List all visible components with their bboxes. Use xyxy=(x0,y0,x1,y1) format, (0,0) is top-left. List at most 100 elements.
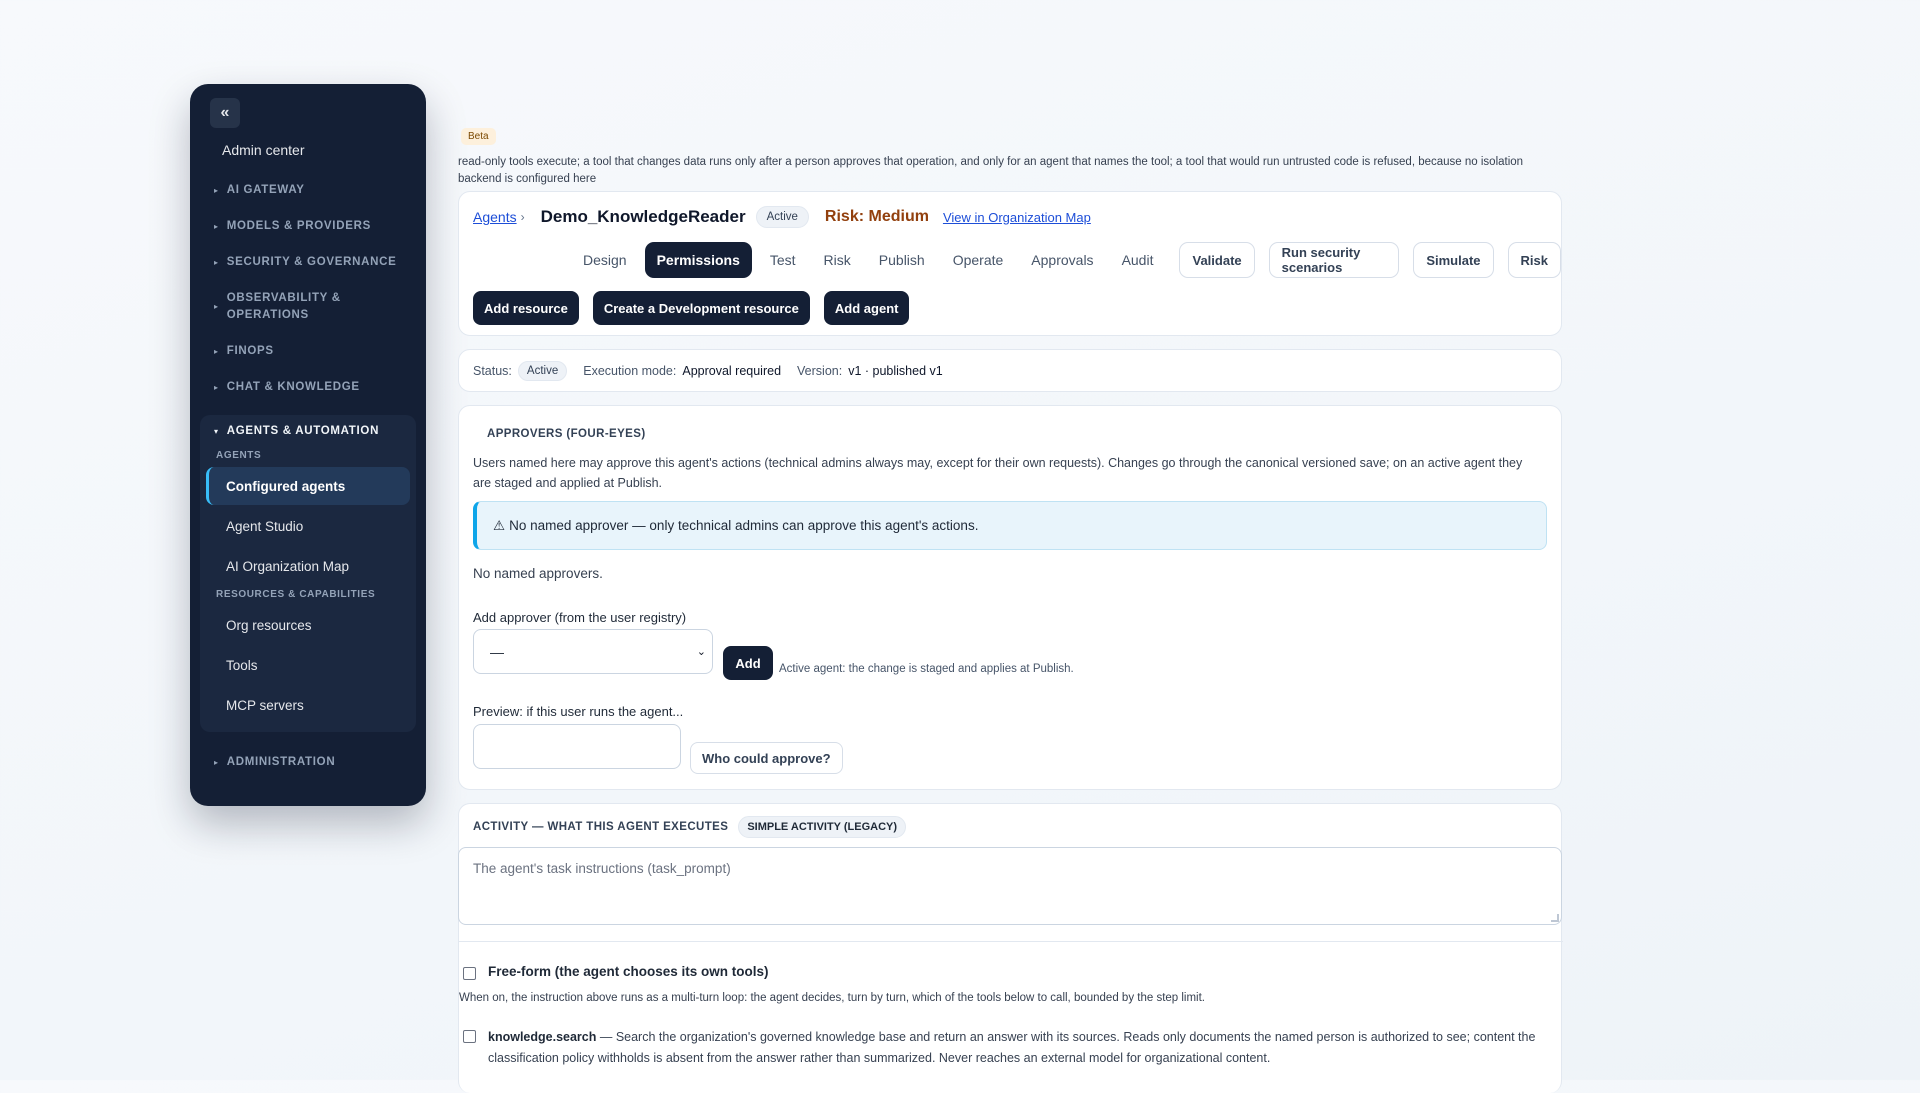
status-badge: Active xyxy=(755,206,809,228)
risk-level: Risk: Medium xyxy=(824,208,929,225)
warning-text: No named approver — only technical admin… xyxy=(509,518,979,533)
breadcrumb-agents-link[interactable]: Agents xyxy=(473,209,517,225)
empty-approvers-text: No named approvers. xyxy=(473,566,603,581)
tab-design[interactable]: Design xyxy=(569,242,641,278)
agent-header-card: Agents › Demo_KnowledgeReader Active Ris… xyxy=(458,191,1562,336)
nav-section-label: SECURITY & GOVERNANCE xyxy=(226,256,397,268)
simulate-button[interactable]: Simulate xyxy=(1413,242,1494,278)
risk-button[interactable]: Risk xyxy=(1507,242,1561,278)
no-approver-warning: ⚠ No named approver — only technical adm… xyxy=(473,501,1547,550)
activity-card: ACTIVITY — WHAT THIS AGENT EXECUTES SIMP… xyxy=(458,803,1563,1093)
nav-section-models-providers[interactable]: ▸ MODELS & PROVIDERS xyxy=(200,218,416,235)
warning-icon: ⚠ xyxy=(493,517,506,533)
tool-name: knowledge.search xyxy=(488,1030,597,1044)
agent-status-bar: Status: Active Execution mode: Approval … xyxy=(458,349,1562,392)
approvers-card: APPROVERS (FOUR-EYES) Users named here m… xyxy=(458,405,1562,790)
status-label: Status: xyxy=(473,363,512,378)
nav-group-agents-automation: ▾ AGENTS & AUTOMATION AGENTS Configured … xyxy=(200,415,416,732)
tool-option-knowledge-search: knowledge.search — Search the organizati… xyxy=(463,1027,1553,1069)
nav-section-agents-automation[interactable]: ▾ AGENTS & AUTOMATION xyxy=(204,423,412,440)
caret-down-icon: ▾ xyxy=(214,427,219,436)
tool-checkbox[interactable] xyxy=(463,1030,476,1043)
nav-section-label: OBSERVABILITY & OPERATIONS xyxy=(226,292,341,321)
nav-section-finops[interactable]: ▸ FINOPS xyxy=(200,343,416,360)
tab-operate[interactable]: Operate xyxy=(939,242,1018,278)
nav-section-label: FINOPS xyxy=(226,345,274,357)
tab-audit[interactable]: Audit xyxy=(1108,242,1168,278)
execution-mode-label: Execution mode: xyxy=(583,363,677,378)
sidebar-item-configured-agents[interactable]: Configured agents xyxy=(206,467,410,505)
resize-handle-icon[interactable] xyxy=(1551,914,1559,922)
who-could-approve-button[interactable]: Who could approve? xyxy=(690,742,843,774)
caret-right-icon: ▸ xyxy=(214,758,219,767)
nav-section-label: AI GATEWAY xyxy=(226,184,305,196)
nav-subgroup-label: RESOURCES & CAPABILITIES xyxy=(216,589,376,600)
sidebar-title: Admin center xyxy=(222,142,305,158)
caret-right-icon: ▸ xyxy=(214,258,219,267)
freeform-description: When on, the instruction above runs as a… xyxy=(459,992,1206,1004)
tab-approvals[interactable]: Approvals xyxy=(1017,242,1107,278)
activity-mode-badge: SIMPLE ACTIVITY (LEGACY) xyxy=(738,816,907,838)
nav-section-label: AGENTS & AUTOMATION xyxy=(226,425,380,437)
sidebar-item-mcp-servers[interactable]: MCP servers xyxy=(206,686,410,724)
section-title: ACTIVITY — WHAT THIS AGENT EXECUTES xyxy=(473,821,729,833)
caret-right-icon: ▸ xyxy=(214,222,219,231)
tool-text: knowledge.search — Search the organizati… xyxy=(488,1027,1553,1069)
nav-section-label: ADMINISTRATION xyxy=(226,756,336,768)
task-prompt-textarea[interactable]: The agent's task instructions (task_prom… xyxy=(458,847,1562,925)
version-label: Version: xyxy=(797,363,843,378)
preview-user-input[interactable] xyxy=(473,724,681,769)
agent-tabs: Design Permissions Test Risk Publish Ope… xyxy=(569,242,1561,278)
sidebar-item-org-resources[interactable]: Org resources xyxy=(206,606,410,644)
double-chevron-left-icon: « xyxy=(220,104,230,121)
collapse-sidebar-button[interactable]: « xyxy=(210,98,240,128)
caret-right-icon: ▸ xyxy=(214,383,219,392)
nav-section-label: CHAT & KNOWLEDGE xyxy=(226,381,360,393)
admin-sidebar: « Admin center ▸ AI GATEWAY ▸ MODELS & P… xyxy=(190,84,426,806)
run-security-scenarios-button[interactable]: Run security scenarios xyxy=(1268,242,1400,278)
validate-button[interactable]: Validate xyxy=(1179,242,1255,278)
nav-section-observability-operations[interactable]: ▸ OBSERVABILITY & OPERATIONS xyxy=(200,290,416,324)
add-approver-label: Add approver (from the user registry) xyxy=(473,610,687,625)
add-approver-button[interactable]: Add xyxy=(723,646,773,680)
nav-section-security-governance[interactable]: ▸ SECURITY & GOVERNANCE xyxy=(200,254,416,271)
approver-select-value: — xyxy=(490,643,504,660)
task-prompt-placeholder: The agent's task instructions (task_prom… xyxy=(473,861,731,876)
caret-right-icon: ▸ xyxy=(214,186,219,195)
tab-risk[interactable]: Risk xyxy=(810,242,865,278)
tab-test[interactable]: Test xyxy=(756,242,810,278)
sidebar-item-tools[interactable]: Tools xyxy=(206,646,410,684)
view-in-org-map-link[interactable]: View in Organization Map xyxy=(943,210,1091,225)
freeform-checkbox[interactable] xyxy=(463,967,476,980)
intro-text: read-only tools execute; a tool that cha… xyxy=(458,156,1524,185)
sidebar-item-agent-studio[interactable]: Agent Studio xyxy=(206,507,410,545)
beta-badge: Beta xyxy=(461,128,496,145)
nav-section-ai-gateway[interactable]: ▸ AI GATEWAY xyxy=(200,182,416,199)
nav-subgroup-label: AGENTS xyxy=(216,450,262,461)
breadcrumb: Agents › Demo_KnowledgeReader Active Ris… xyxy=(473,206,1091,228)
chevron-down-icon: ⌄ xyxy=(696,646,706,658)
approver-select[interactable]: — ⌄ xyxy=(473,629,713,674)
freeform-option: Free-form (the agent chooses its own too… xyxy=(463,964,769,980)
nav-section-chat-knowledge[interactable]: ▸ CHAT & KNOWLEDGE xyxy=(200,379,416,396)
breadcrumb-separator-icon: › xyxy=(520,210,525,224)
agent-actions: Add resource Create a Development resour… xyxy=(473,291,910,325)
agent-name: Demo_KnowledgeReader xyxy=(540,207,746,226)
add-agent-button[interactable]: Add agent xyxy=(823,291,910,325)
freeform-label: Free-form (the agent chooses its own too… xyxy=(488,964,769,979)
add-approver-note: Active agent: the change is staged and a… xyxy=(779,663,1074,675)
preview-label: Preview: if this user runs the agent... xyxy=(473,704,684,719)
tab-permissions[interactable]: Permissions xyxy=(644,242,752,278)
nav-section-administration[interactable]: ▸ ADMINISTRATION xyxy=(200,754,416,771)
create-development-resource-button[interactable]: Create a Development resource xyxy=(592,291,810,325)
activity-header: ACTIVITY — WHAT THIS AGENT EXECUTES SIMP… xyxy=(473,816,907,838)
section-title: APPROVERS (FOUR-EYES) xyxy=(487,428,646,440)
sidebar-item-ai-organization-map[interactable]: AI Organization Map xyxy=(206,547,410,585)
version-value: v1 · published v1 xyxy=(848,363,943,378)
execution-mode-value: Approval required xyxy=(682,363,782,378)
nav-section-label: MODELS & PROVIDERS xyxy=(226,220,371,232)
add-resource-button[interactable]: Add resource xyxy=(473,291,579,325)
divider xyxy=(459,941,1563,942)
tab-publish[interactable]: Publish xyxy=(865,242,939,278)
status-badge: Active xyxy=(517,360,568,381)
